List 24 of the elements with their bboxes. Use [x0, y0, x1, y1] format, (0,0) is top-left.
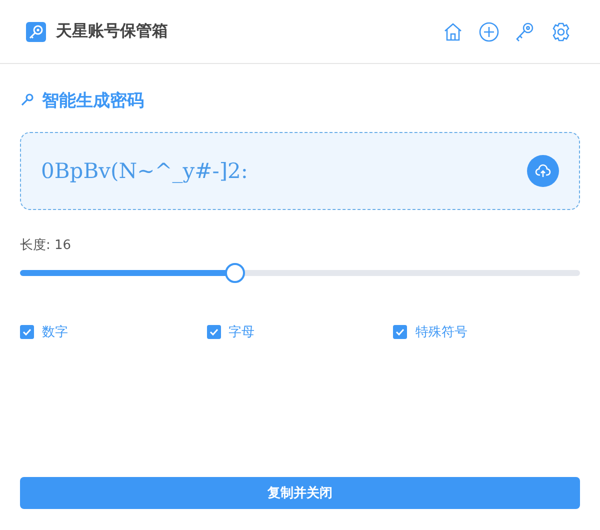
check-icon [22, 327, 32, 337]
option-label[interactable]: 特殊符号 [415, 323, 468, 341]
generated-password: 0BpBv(N~^_y#-]2: [41, 159, 249, 183]
slider-thumb[interactable] [225, 263, 246, 283]
option-label[interactable]: 数字 [42, 323, 68, 341]
settings-icon[interactable] [550, 20, 572, 42]
logo-icon [26, 22, 46, 42]
check-icon [395, 327, 406, 337]
copy-close-button[interactable]: 复制并关闭 [20, 477, 580, 509]
section-title: 智能生成密码 [42, 90, 144, 112]
cloud-upload-icon [535, 163, 551, 179]
checkbox[interactable] [20, 325, 34, 339]
length-slider[interactable] [20, 263, 580, 283]
checkbox[interactable] [206, 325, 221, 339]
check-icon [208, 327, 219, 337]
option-label[interactable]: 字母 [228, 323, 255, 341]
app-title: 天星账号保管箱 [56, 21, 169, 42]
home-icon[interactable] [442, 20, 464, 42]
key-icon [20, 93, 34, 107]
key-icon[interactable] [514, 20, 536, 42]
add-icon[interactable] [478, 20, 500, 42]
checkbox[interactable] [393, 325, 408, 339]
upload-button[interactable] [527, 155, 559, 187]
length-label: 长度: 16 [20, 237, 72, 254]
